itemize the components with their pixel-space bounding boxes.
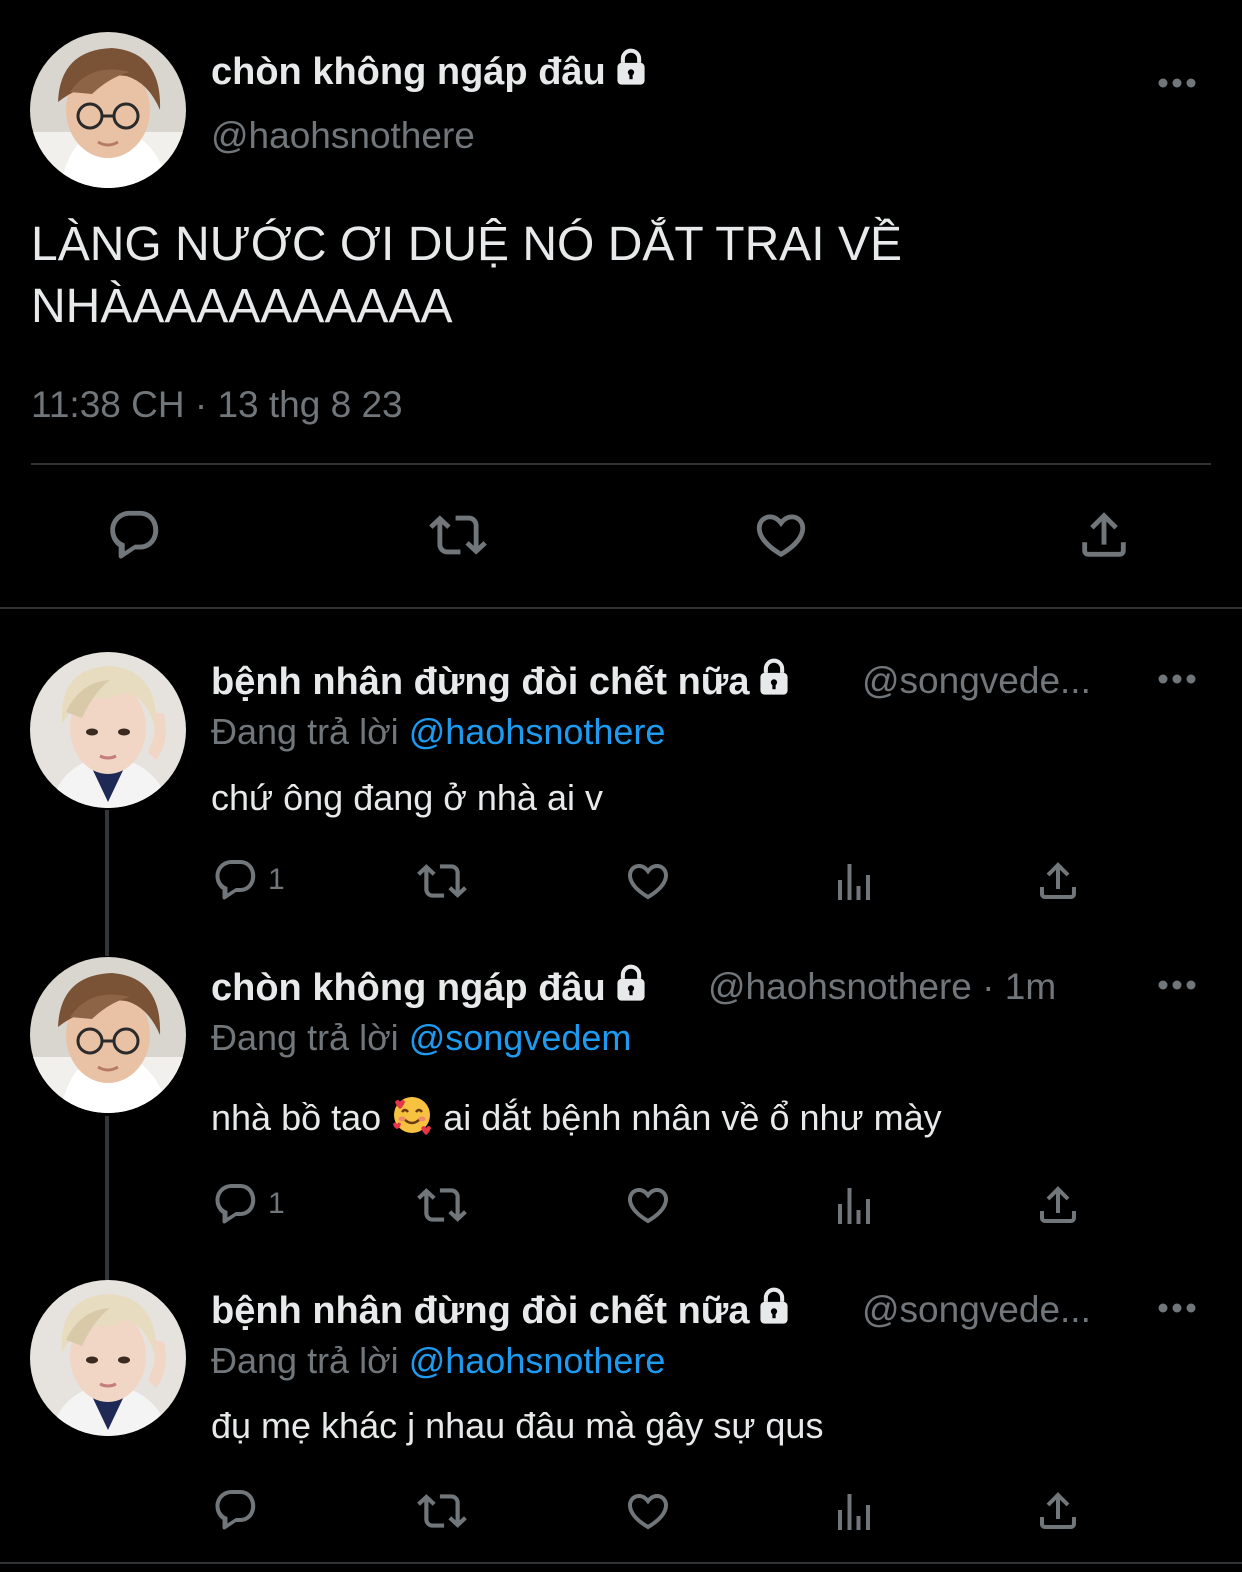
retweet-button[interactable] [415, 1180, 469, 1230]
replying-to: Đang trả lời @haohsnothere [211, 711, 666, 752]
more-icon[interactable] [1157, 1301, 1197, 1315]
mention-link[interactable]: @songvedem [409, 1017, 632, 1058]
reply-button[interactable] [106, 506, 164, 564]
views-icon [830, 856, 878, 908]
retweet-button[interactable] [427, 506, 489, 564]
like-icon [624, 856, 672, 906]
reply-avatar[interactable] [30, 1280, 186, 1436]
like-icon [752, 506, 810, 564]
like-button[interactable] [624, 1486, 672, 1536]
views-button[interactable] [830, 1486, 878, 1538]
reply-icon [106, 506, 164, 564]
reply-button[interactable]: 1 [212, 856, 285, 904]
reply-handle[interactable]: @songvede... [862, 660, 1091, 702]
reply-handle[interactable]: @haohsnothere · 1m [708, 966, 1056, 1008]
reply-avatar[interactable] [30, 957, 186, 1113]
mention-link[interactable]: @haohsnothere [409, 711, 666, 752]
reply-icon [212, 1486, 260, 1534]
share-icon [1075, 506, 1133, 564]
like-button[interactable] [752, 506, 810, 564]
divider [31, 463, 1211, 465]
more-icon[interactable] [1157, 672, 1197, 686]
thread-line [105, 1116, 109, 1282]
retweet-button[interactable] [415, 856, 469, 906]
more-icon[interactable] [1157, 76, 1197, 90]
like-icon [624, 1180, 672, 1230]
reply-icon [212, 1180, 260, 1228]
reply-count: 1 [268, 863, 285, 896]
share-icon [1034, 856, 1082, 906]
share-icon [1034, 1486, 1082, 1536]
reply-icon [212, 856, 260, 904]
share-button[interactable] [1034, 1180, 1082, 1230]
main-tweet-handle[interactable]: @haohsnothere [211, 115, 475, 157]
main-tweet-avatar[interactable] [30, 32, 186, 188]
reply-button[interactable]: 1 [212, 1180, 285, 1228]
more-icon[interactable] [1157, 978, 1197, 992]
thread-line [105, 810, 109, 956]
replying-to: Đang trả lời @haohsnothere [211, 1340, 666, 1381]
reply-avatar[interactable] [30, 652, 186, 808]
retweet-icon [415, 1180, 469, 1230]
reply-button[interactable] [212, 1486, 268, 1534]
views-icon [830, 1180, 878, 1232]
retweet-icon [415, 856, 469, 906]
lock-icon [757, 1287, 791, 1325]
like-button[interactable] [624, 856, 672, 906]
share-button[interactable] [1075, 506, 1133, 564]
share-button[interactable] [1034, 1486, 1082, 1536]
main-tweet-timestamp[interactable]: 11:38 CH · 13 thg 8 23 [31, 384, 403, 426]
smiling-face-with-hearts-emoji [393, 1097, 432, 1135]
main-tweet-text: LÀNG NƯỚC ƠI DUỆ NÓ DẮT TRAI VỀ NHÀAAAAA… [31, 218, 903, 333]
reply-count: 1 [268, 1187, 285, 1220]
reply-display-name[interactable]: bệnh nhân đừng đòi chết nữa [211, 658, 791, 704]
share-icon [1034, 1180, 1082, 1230]
main-tweet-display-name[interactable]: chòn không ngáp đâu [211, 48, 648, 94]
views-button[interactable] [830, 1180, 878, 1232]
mention-link[interactable]: @haohsnothere [409, 1340, 666, 1381]
retweet-button[interactable] [415, 1486, 469, 1536]
reply-text: nhà bồ tao ai dắt bệnh nhân về ổ như mày [211, 1094, 942, 1139]
lock-icon [757, 658, 791, 696]
views-button[interactable] [830, 856, 878, 908]
replying-to: Đang trả lời @songvedem [211, 1017, 632, 1058]
reply-text: chứ ông đang ở nhà ai v [211, 777, 603, 818]
share-button[interactable] [1034, 856, 1082, 906]
reply-display-name[interactable]: chòn không ngáp đâu [211, 964, 648, 1010]
like-icon [624, 1486, 672, 1536]
lock-icon [614, 48, 648, 86]
lock-icon [614, 964, 648, 1002]
like-button[interactable] [624, 1180, 672, 1230]
divider [0, 607, 1242, 609]
retweet-icon [427, 506, 489, 564]
reply-handle[interactable]: @songvede... [862, 1289, 1091, 1331]
views-icon [830, 1486, 878, 1538]
reply-display-name[interactable]: bệnh nhân đừng đòi chết nữa [211, 1287, 791, 1333]
retweet-icon [415, 1486, 469, 1536]
reply-text: đụ mẹ khác j nhau đâu mà gây sự qus [211, 1405, 824, 1446]
divider [0, 1562, 1242, 1564]
